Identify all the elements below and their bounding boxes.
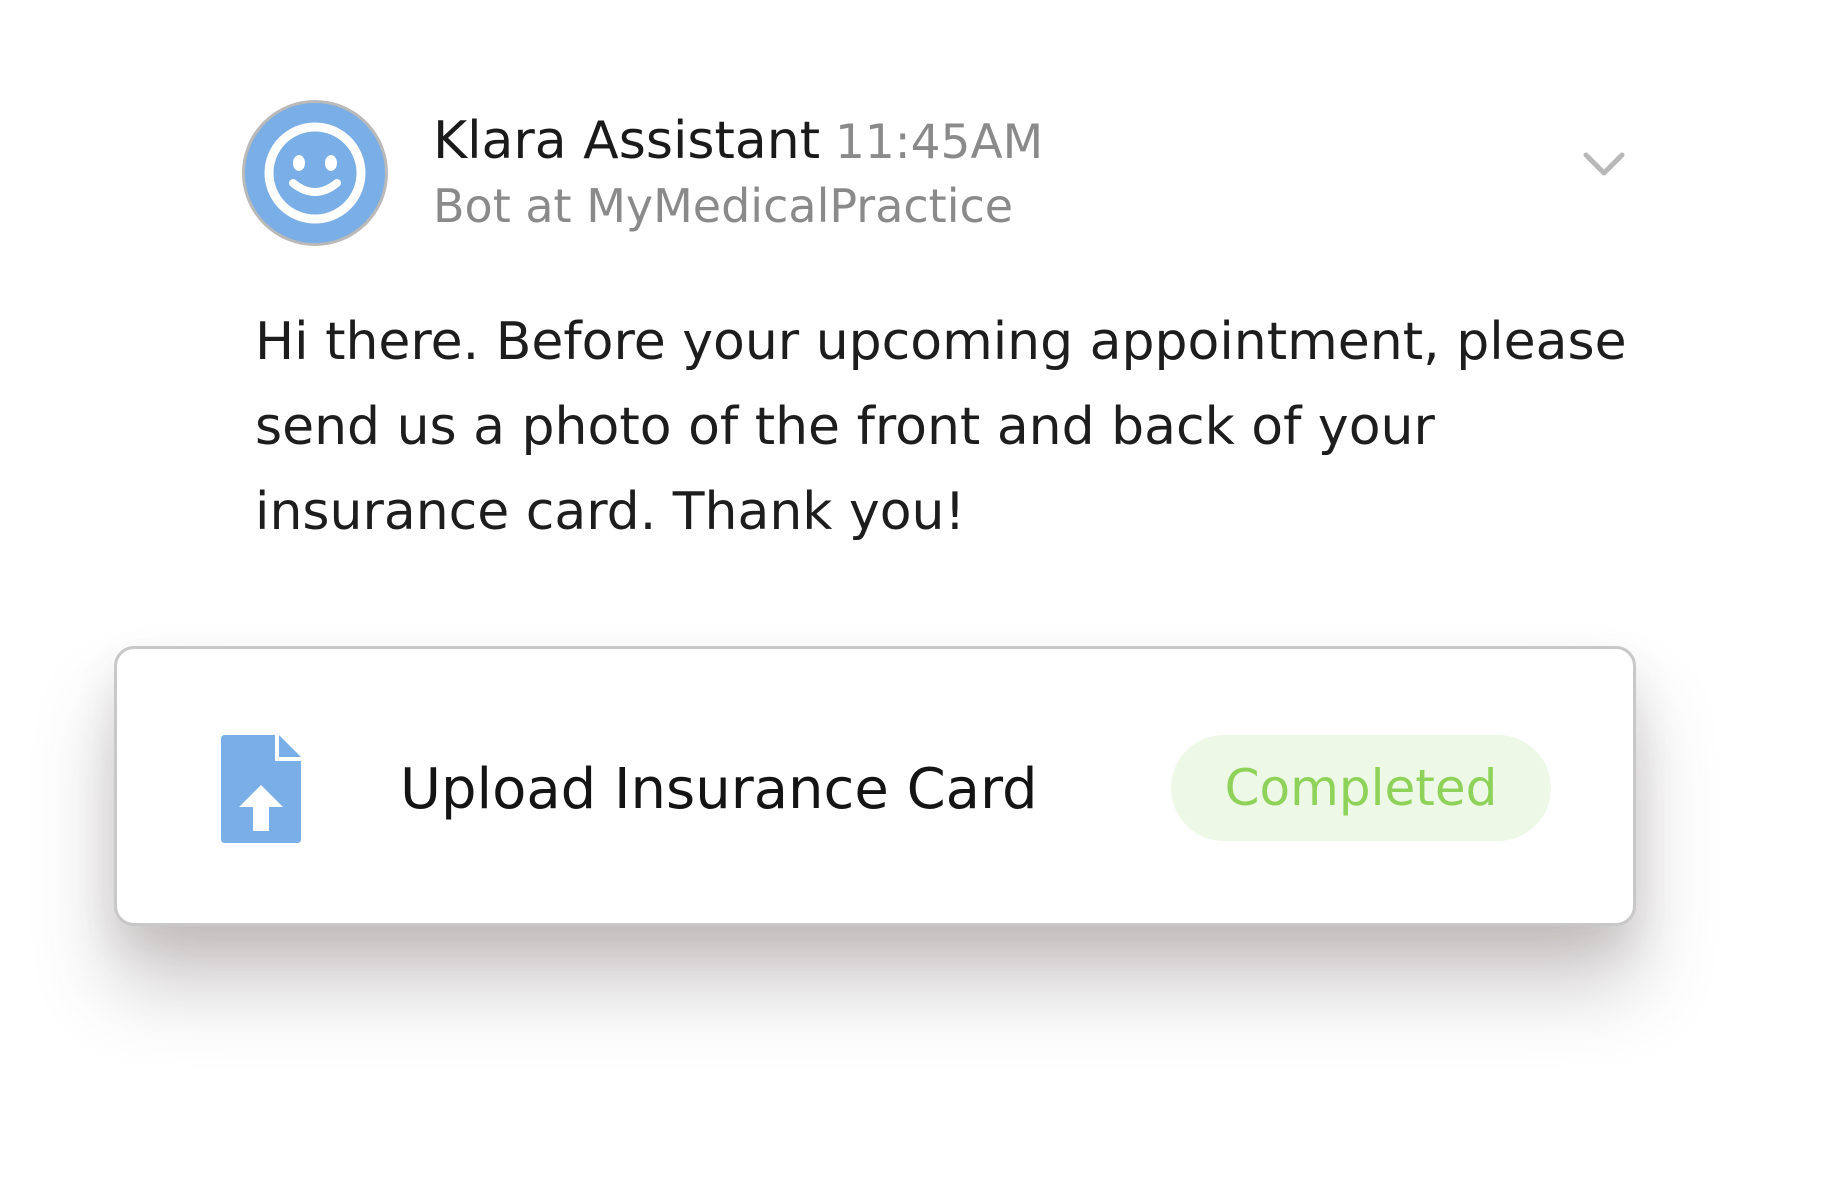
message-timestamp: 11:45AM (835, 115, 1044, 170)
message-menu-button[interactable] (1582, 150, 1626, 178)
message-line: Hi there. Before your upcoming appointme… (255, 312, 1627, 372)
sender-name: Klara Assistant (433, 111, 821, 171)
task-label: Upload Insurance Card (400, 757, 1038, 822)
message-line: send us a photo of the front and back of… (255, 397, 1435, 457)
avatar (242, 100, 388, 246)
message-body: Hi there. Before your upcoming appointme… (255, 300, 1655, 555)
sender-subtitle: Bot at MyMedicalPractice (433, 179, 1014, 233)
message-line: insurance card. Thank you! (255, 482, 966, 542)
file-upload-icon (221, 735, 301, 843)
chat-message: Klara Assistant 11:45AM Bot at MyMedical… (0, 0, 1840, 1200)
chevron-down-icon (1583, 152, 1625, 176)
upload-insurance-card-task[interactable]: Upload Insurance Card Completed (114, 646, 1636, 926)
smiley-face-icon (264, 122, 366, 224)
status-badge: Completed (1171, 735, 1551, 841)
